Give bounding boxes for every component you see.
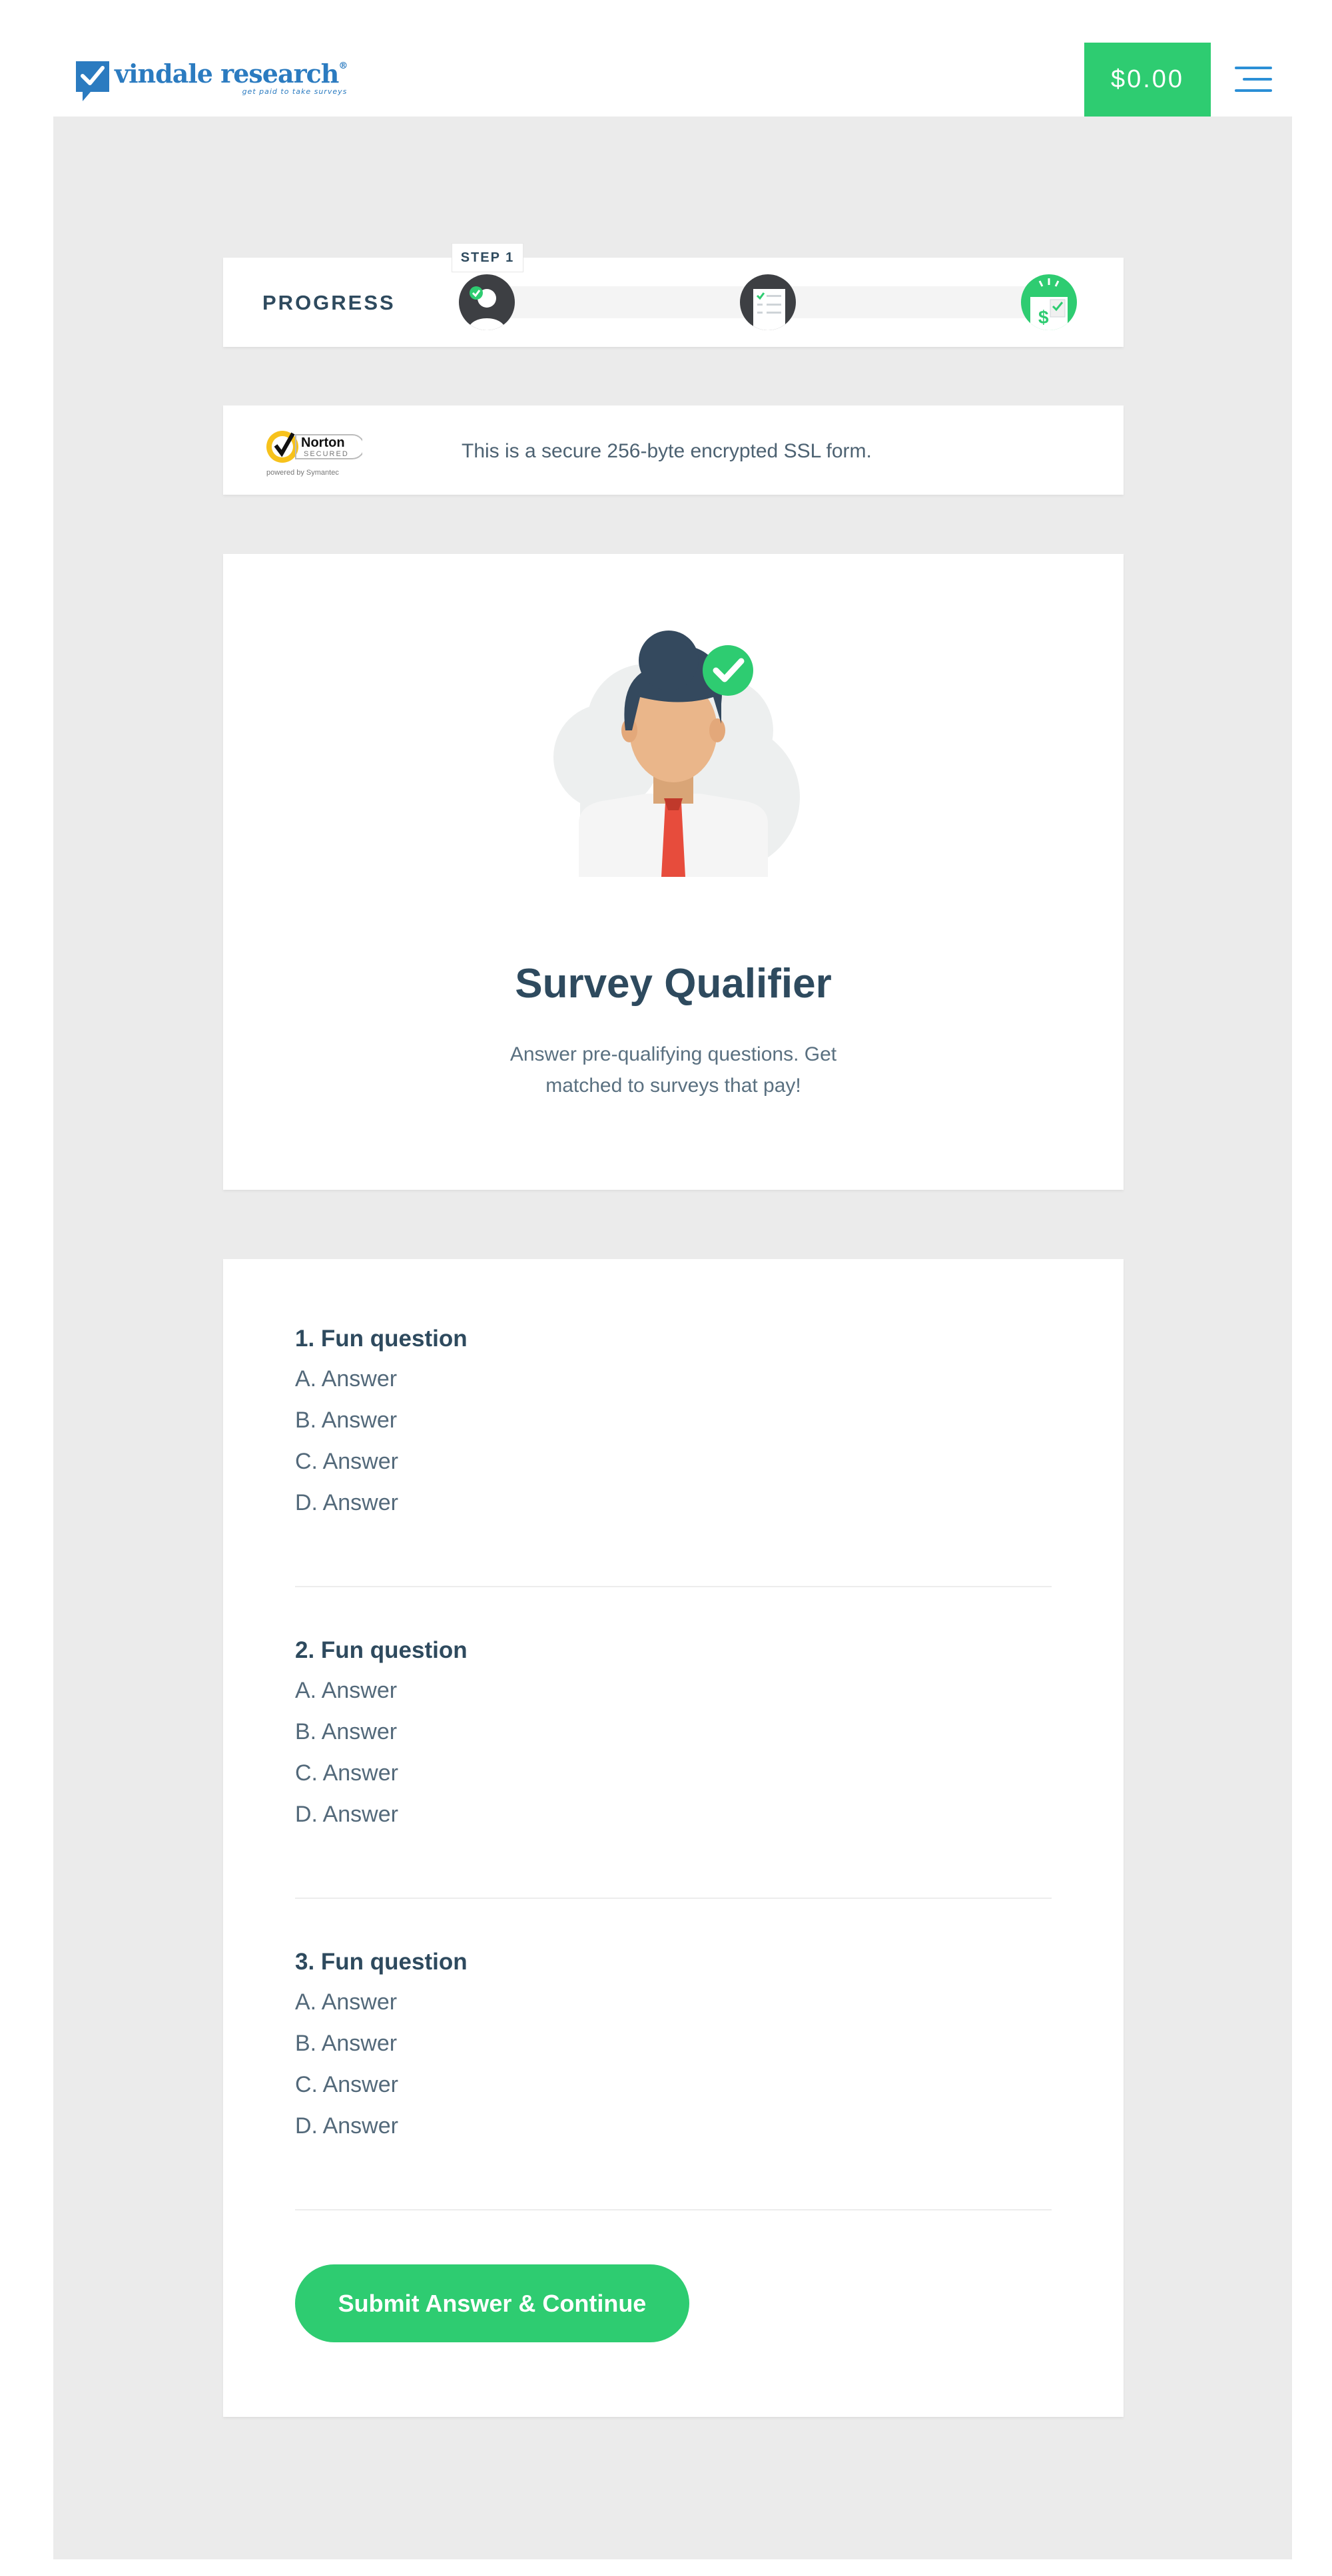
answer-option-d[interactable]: D. Answer	[295, 2113, 1052, 2154]
step-3-reward-icon[interactable]: $	[1021, 274, 1077, 330]
step-1-profile-icon[interactable]	[459, 274, 515, 330]
answer-option-b[interactable]: B. Answer	[295, 1718, 1052, 1760]
answer-option-a[interactable]: A. Answer	[295, 1677, 1052, 1718]
hero-card: Survey Qualifier Answer pre-qualifying q…	[223, 554, 1124, 1190]
question-2: 2. Fun question A. Answer B. Answer C. A…	[295, 1637, 1052, 1842]
answer-option-a[interactable]: A. Answer	[295, 1366, 1052, 1407]
divider	[295, 2209, 1052, 2210]
answer-option-c[interactable]: C. Answer	[295, 2071, 1052, 2113]
site-header: vindale research® get paid to take surve…	[0, 0, 1332, 117]
answer-option-d[interactable]: D. Answer	[295, 1801, 1052, 1842]
logo-wordmark: vindale research	[115, 59, 339, 89]
question-title: 2. Fun question	[295, 1637, 468, 1663]
answer-option-d[interactable]: D. Answer	[295, 1489, 1052, 1531]
step-tag: STEP 1	[452, 243, 523, 272]
question-1: 1. Fun question A. Answer B. Answer C. A…	[295, 1326, 1052, 1531]
answer-option-b[interactable]: B. Answer	[295, 1407, 1052, 1448]
question-title: 1. Fun question	[295, 1326, 468, 1352]
question-title: 3. Fun question	[295, 1949, 468, 1975]
norton-powered: powered by Symantec	[266, 469, 339, 477]
hero-subtitle: Answer pre-qualifying questions. Get mat…	[509, 1043, 837, 1097]
secure-card: Norton SECURED powered by Symantec This …	[223, 405, 1124, 495]
avatar-illustration	[553, 631, 800, 877]
vindale-logo[interactable]: vindale research® get paid to take surve…	[76, 59, 348, 101]
answer-option-c[interactable]: C. Answer	[295, 1448, 1052, 1489]
answer-option-b[interactable]: B. Answer	[295, 2030, 1052, 2071]
secure-form-text: This is a secure 256-byte encrypted SSL …	[462, 440, 872, 462]
norton-sub: SECURED	[304, 450, 349, 458]
logo-tagline: get paid to take surveys	[242, 87, 348, 96]
logo-check-icon	[76, 61, 109, 101]
hero-title: Survey Qualifier	[515, 961, 832, 1007]
svg-text:$: $	[1038, 307, 1049, 328]
divider	[295, 1586, 1052, 1587]
progress-card: PROGRESS STEP 1 $	[223, 243, 1124, 347]
norton-secured-badge: Norton SECURED powered by Symantec	[266, 431, 362, 477]
balance-button[interactable]: $0.00	[1084, 43, 1211, 117]
questions-card: 1. Fun question A. Answer B. Answer C. A…	[223, 1259, 1124, 2417]
hamburger-menu-icon[interactable]	[1235, 67, 1272, 92]
norton-title: Norton	[301, 435, 345, 450]
answer-option-a[interactable]: A. Answer	[295, 1989, 1052, 2030]
divider	[295, 1898, 1052, 1899]
submit-button[interactable]: Submit Answer & Continue	[295, 2264, 689, 2342]
answer-option-c[interactable]: C. Answer	[295, 1760, 1052, 1801]
question-3: 3. Fun question A. Answer B. Answer C. A…	[295, 1949, 1052, 2154]
progress-label: PROGRESS	[262, 291, 396, 314]
step-2-survey-icon[interactable]	[740, 274, 796, 330]
